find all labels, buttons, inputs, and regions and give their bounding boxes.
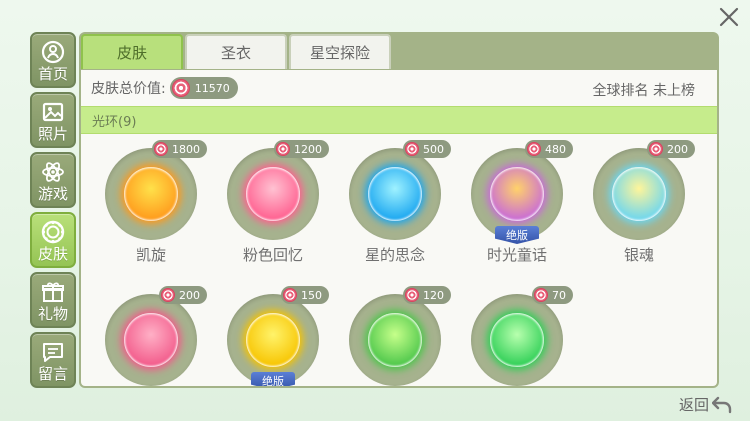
skin-name: 星的思念 bbox=[364, 246, 425, 264]
skin-item[interactable]: 120 bbox=[335, 286, 455, 386]
limited-badge: 绝版 bbox=[251, 372, 295, 386]
skin-slot bbox=[349, 148, 441, 240]
close-button[interactable] bbox=[716, 4, 742, 30]
candy-currency-icon bbox=[276, 142, 290, 156]
sidebar-item-home[interactable]: 首页 bbox=[30, 32, 76, 88]
skin-name: 时光童话 bbox=[486, 246, 547, 264]
sidebar-item-games[interactable]: 游戏 bbox=[30, 152, 76, 208]
back-label: 返回 bbox=[678, 396, 709, 414]
home-icon bbox=[40, 39, 66, 65]
skin-item[interactable]: 150 绝版 bbox=[213, 286, 333, 386]
price-value: 200 bbox=[179, 288, 200, 302]
message-icon bbox=[40, 339, 66, 365]
skin-item[interactable]: 200 bbox=[91, 286, 211, 386]
sidebar-item-label: 游戏 bbox=[37, 184, 68, 203]
candy-currency-icon bbox=[649, 142, 663, 156]
candy-currency-icon bbox=[527, 142, 541, 156]
gift-icon bbox=[40, 279, 66, 305]
skin-item[interactable]: 200 银魂 bbox=[579, 140, 699, 280]
skin-slot bbox=[105, 148, 197, 240]
price-badge: 1800 bbox=[152, 140, 207, 158]
candy-currency-icon bbox=[405, 142, 419, 156]
tab-bar: 皮肤 圣衣 星空探险 bbox=[81, 34, 393, 70]
halo-orb bbox=[490, 167, 544, 221]
skin-name: 粉色回忆 bbox=[242, 246, 303, 264]
total-value: 11570 bbox=[194, 81, 230, 95]
halo-orb bbox=[124, 167, 178, 221]
candy-currency-icon bbox=[405, 288, 419, 302]
halo-orb bbox=[124, 313, 178, 367]
tab-content: 皮肤总价值: 11570 全球排名 未上榜 光环(9) 1800 凯旋 1200 粉色… bbox=[81, 70, 717, 386]
tab-skins[interactable]: 皮肤 bbox=[81, 34, 183, 69]
ring-icon bbox=[40, 219, 66, 245]
candy-currency-icon bbox=[534, 288, 548, 302]
price-value: 70 bbox=[552, 288, 566, 302]
sidebar-item-skins[interactable]: 皮肤 bbox=[30, 212, 76, 268]
skin-slot bbox=[105, 294, 197, 386]
skin-slot bbox=[349, 294, 441, 386]
rank-label: 全球排名 bbox=[592, 83, 649, 99]
global-rank: 全球排名 未上榜 bbox=[593, 80, 695, 100]
skin-grid: 1800 凯旋 1200 粉色回忆 500 星的思念 480 绝版 时光童话 200 银魂 200 15… bbox=[81, 134, 717, 386]
price-badge: 480 bbox=[525, 140, 573, 158]
tab-holy-cloth[interactable]: 圣衣 bbox=[185, 34, 287, 69]
skin-slot bbox=[593, 148, 685, 240]
skin-slot bbox=[471, 294, 563, 386]
back-button[interactable]: 返回 bbox=[679, 394, 732, 415]
sidebar-item-gifts[interactable]: 礼物 bbox=[30, 272, 76, 328]
price-badge: 500 bbox=[403, 140, 451, 158]
skin-item[interactable]: 1200 粉色回忆 bbox=[213, 140, 333, 280]
return-arrow-icon bbox=[712, 396, 732, 413]
rank-value: 未上榜 bbox=[653, 83, 695, 99]
skin-item[interactable]: 70 bbox=[457, 286, 577, 386]
sidebar-item-label: 首页 bbox=[37, 64, 68, 83]
price-value: 200 bbox=[667, 142, 688, 156]
price-badge: 150 bbox=[281, 286, 329, 304]
halo-orb bbox=[368, 313, 422, 367]
skins-panel: 皮肤 圣衣 星空探险 皮肤总价值: 11570 全球排名 未上榜 光环(9) 1… bbox=[79, 32, 719, 388]
candy-currency-icon bbox=[283, 288, 297, 302]
atom-icon bbox=[40, 159, 66, 185]
price-badge: 200 bbox=[647, 140, 695, 158]
sidebar-item-messages[interactable]: 留言 bbox=[30, 332, 76, 388]
price-badge: 120 bbox=[403, 286, 451, 304]
price-value: 1800 bbox=[172, 142, 200, 156]
price-badge: 70 bbox=[532, 286, 573, 304]
sidebar-item-label: 照片 bbox=[37, 124, 68, 143]
price-value: 150 bbox=[301, 288, 322, 302]
sidebar-item-photos[interactable]: 照片 bbox=[30, 92, 76, 148]
price-badge: 200 bbox=[159, 286, 207, 304]
sidebar-item-label: 留言 bbox=[37, 364, 68, 383]
total-value-label: 皮肤总价值: bbox=[91, 81, 166, 97]
halo-orb bbox=[246, 167, 300, 221]
total-value-badge: 11570 bbox=[169, 77, 238, 99]
category-header[interactable]: 光环(9) bbox=[81, 106, 717, 134]
candy-currency-icon bbox=[161, 288, 175, 302]
candy-currency-icon bbox=[171, 79, 190, 97]
halo-orb bbox=[490, 313, 544, 367]
limited-badge: 绝版 bbox=[495, 226, 539, 244]
candy-currency-icon bbox=[154, 142, 168, 156]
price-badge: 1200 bbox=[274, 140, 329, 158]
value-row: 皮肤总价值: 11570 全球排名 未上榜 bbox=[81, 70, 717, 106]
skin-name: 银魂 bbox=[623, 246, 654, 264]
price-value: 480 bbox=[545, 142, 566, 156]
photo-icon bbox=[40, 99, 66, 125]
close-icon bbox=[719, 7, 739, 27]
skin-item[interactable]: 500 星的思念 bbox=[335, 140, 455, 280]
sidebar-item-label: 礼物 bbox=[37, 304, 68, 323]
halo-orb bbox=[368, 167, 422, 221]
skin-item[interactable]: 1800 凯旋 bbox=[91, 140, 211, 280]
price-value: 500 bbox=[423, 142, 444, 156]
skin-name: 凯旋 bbox=[135, 246, 166, 264]
price-value: 1200 bbox=[294, 142, 322, 156]
sidebar-item-label: 皮肤 bbox=[37, 244, 68, 263]
skin-slot bbox=[227, 148, 319, 240]
skin-item[interactable]: 480 绝版时光童话 bbox=[457, 140, 577, 280]
halo-orb bbox=[246, 313, 300, 367]
halo-orb bbox=[612, 167, 666, 221]
sidebar: 首页 照片 游戏 皮肤 礼物 留言 bbox=[30, 32, 76, 392]
tab-star-adventure[interactable]: 星空探险 bbox=[289, 34, 391, 69]
price-value: 120 bbox=[423, 288, 444, 302]
